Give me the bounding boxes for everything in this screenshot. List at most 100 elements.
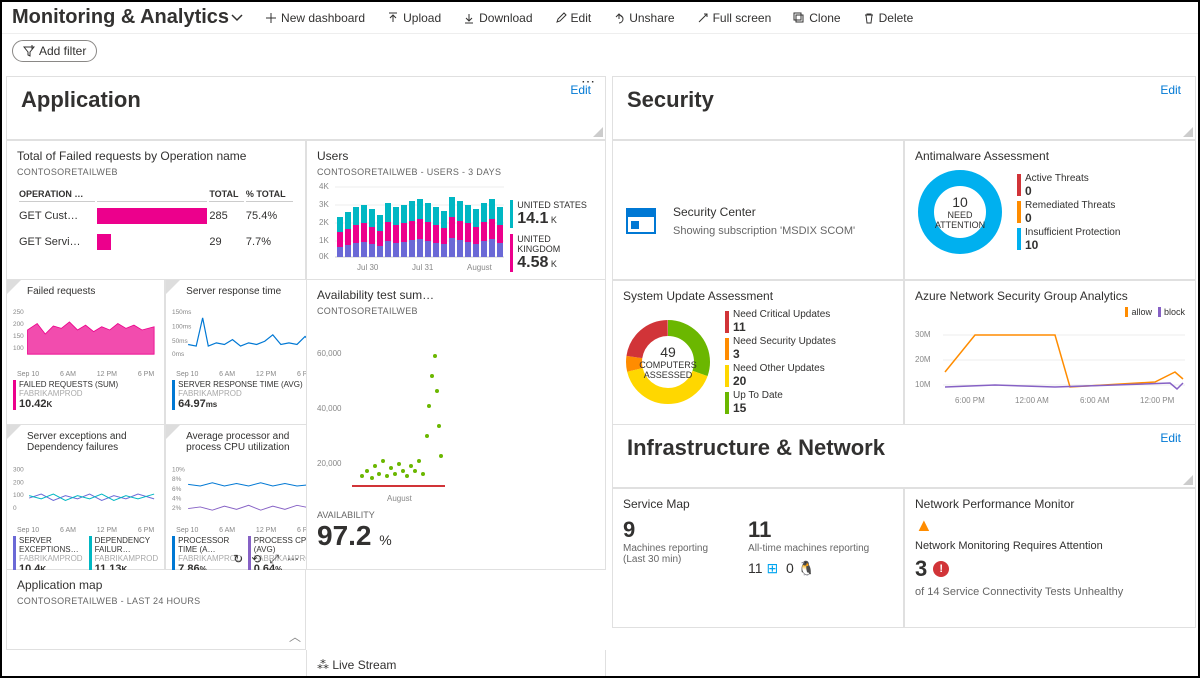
table-row[interactable]: GET Cust…28575.4% — [19, 204, 293, 228]
trash-icon — [863, 12, 875, 24]
download-button[interactable]: Download — [455, 7, 540, 29]
svg-text:August: August — [467, 263, 493, 272]
svg-text:8%: 8% — [172, 476, 182, 483]
svg-text:2K: 2K — [319, 218, 329, 227]
svg-text:150ms: 150ms — [172, 309, 191, 316]
application-map-tile[interactable]: ↻ ⟲ ⤢ ⋯ Application map CONTOSORETAILWEB… — [6, 570, 306, 650]
svg-text:50ms: 50ms — [172, 338, 188, 345]
svg-text:300: 300 — [13, 466, 24, 473]
reset-icon[interactable]: ⟲ — [251, 552, 261, 567]
edit-button[interactable]: Edit — [547, 7, 600, 29]
cpu-mini[interactable]: Average processor and process CPU utiliz… — [165, 425, 324, 570]
svg-text:6:00 PM: 6:00 PM — [955, 396, 985, 405]
application-title: Application — [21, 87, 141, 113]
failed-ops-table: OPERATION …TOTAL% TOTAL GET Cust…28575.4… — [17, 185, 295, 256]
security-center-icon — [623, 203, 659, 239]
svg-text:10%: 10% — [172, 466, 185, 473]
delete-button[interactable]: Delete — [855, 7, 922, 29]
clone-icon — [793, 12, 805, 24]
service-map-tile[interactable]: Service Map 9Machines reporting(Last 30 … — [612, 488, 904, 628]
unshare-icon — [613, 12, 625, 24]
svg-text:2%: 2% — [172, 505, 182, 512]
users-chart: 4K 3K 2K 1K 0K — [317, 177, 504, 272]
add-filter-button[interactable]: Add filter — [12, 40, 97, 62]
svg-text:10M: 10M — [915, 380, 931, 389]
application-section-header: ⋯ Application Edit — [6, 76, 606, 140]
infra-section-header: Infrastructure & Network Edit — [612, 425, 1196, 488]
svg-text:6%: 6% — [172, 486, 182, 493]
security-section-header: Security Edit — [612, 76, 1196, 140]
filter-add-icon — [23, 45, 35, 57]
svg-text:0ms: 0ms — [172, 351, 184, 358]
filter-row: Add filter — [2, 34, 1198, 76]
security-center-tile[interactable]: Security Center Showing subscription 'MS… — [612, 140, 904, 280]
svg-text:4K: 4K — [319, 182, 329, 191]
svg-text:August: August — [387, 494, 413, 503]
command-bar: Monitoring & Analytics New dashboard Upl… — [2, 2, 1198, 34]
warning-icon: ▲ — [915, 515, 1185, 536]
table-row[interactable]: GET Servi…297.7% — [19, 230, 293, 254]
antimalware-donut: 10NEEDATTENTION — [915, 167, 1005, 257]
infra-title: Infrastructure & Network — [627, 435, 885, 461]
security-edit-link[interactable]: Edit — [1160, 83, 1181, 97]
svg-text:200: 200 — [13, 321, 24, 328]
infra-edit-link[interactable]: Edit — [1160, 431, 1181, 445]
unshare-button[interactable]: Unshare — [605, 7, 682, 29]
upload-icon — [387, 12, 399, 24]
svg-text:200: 200 — [13, 479, 24, 486]
application-edit-link[interactable]: Edit — [570, 83, 591, 97]
clone-button[interactable]: Clone — [785, 7, 848, 29]
chevron-up-icon[interactable]: ︿ — [289, 628, 301, 645]
upload-button[interactable]: Upload — [379, 7, 449, 29]
svg-text:20,000: 20,000 — [317, 459, 342, 468]
failed-requests-tile[interactable]: Total of Failed requests by Operation na… — [6, 140, 306, 280]
more-icon[interactable]: ⋯ — [287, 552, 299, 567]
svg-text:6:00 AM: 6:00 AM — [1080, 396, 1110, 405]
svg-text:Jul 31: Jul 31 — [412, 263, 434, 272]
download-icon — [463, 12, 475, 24]
svg-text:Jul 30: Jul 30 — [357, 263, 379, 272]
pencil-icon — [555, 12, 567, 24]
svg-text:30M: 30M — [915, 330, 931, 339]
svg-text:0: 0 — [13, 505, 17, 512]
plus-icon — [265, 12, 277, 24]
users-tile[interactable]: Users CONTOSORETAILWEB - USERS - 3 DAYS … — [306, 140, 606, 280]
svg-text:12:00 PM: 12:00 PM — [1140, 396, 1175, 405]
availability-tile[interactable]: Availability test sum… CONTOSORETAILWEB … — [306, 280, 606, 570]
fullscreen-icon — [697, 12, 709, 24]
svg-text:100: 100 — [13, 345, 24, 352]
svg-text:100: 100 — [13, 492, 24, 499]
availability-chart: 60,000 40,000 20,000 August — [317, 316, 447, 506]
system-update-tile[interactable]: System Update Assessment 49COMPUTERSASSE… — [612, 280, 904, 425]
npm-tile[interactable]: Network Performance Monitor ▲ Network Mo… — [904, 488, 1196, 628]
nsg-analytics-tile[interactable]: Azure Network Security Group Analytics a… — [904, 280, 1196, 425]
fullscreen-button[interactable]: Full screen — [689, 7, 780, 29]
svg-text:12:00 AM: 12:00 AM — [1015, 396, 1049, 405]
nsg-chart: 30M 20M 10M 6:00 PM 12:00 AM 6:00 AM 12:00 PM — [915, 317, 1185, 407]
pulse-icon: ⁂ — [317, 658, 329, 672]
dashboard-title[interactable]: Monitoring & Analytics — [12, 6, 245, 29]
exceptions-mini[interactable]: Server exceptions and Dependency failure… — [6, 425, 165, 570]
updates-donut: 49COMPUTERSASSESSED — [623, 317, 713, 407]
svg-text:0K: 0K — [319, 252, 329, 261]
linux-icon: 🐧 — [798, 560, 815, 576]
server-response-mini[interactable]: Server response time 150ms100ms50ms0ms S… — [165, 280, 324, 425]
new-dashboard-button[interactable]: New dashboard — [257, 7, 373, 29]
failed-requests-mini[interactable]: Failed requests 250200150100 Sep 106 AM1… — [6, 280, 165, 425]
svg-text:100ms: 100ms — [172, 323, 191, 330]
live-stream-tile[interactable]: ⁂ Live Stream CONTOSORETAILWEB 4 servers — [306, 650, 606, 678]
chevron-down-icon — [229, 10, 245, 26]
svg-text:3K: 3K — [319, 200, 329, 209]
svg-text:60,000: 60,000 — [317, 349, 342, 358]
svg-text:150: 150 — [13, 333, 24, 340]
antimalware-tile[interactable]: Antimalware Assessment 10NEEDATTENTION A… — [904, 140, 1196, 280]
svg-text:4%: 4% — [172, 495, 182, 502]
error-icon: ! — [933, 561, 949, 577]
svg-text:20M: 20M — [915, 355, 931, 364]
svg-text:250: 250 — [13, 309, 24, 316]
stacked-bars — [337, 197, 503, 257]
svg-text:1K: 1K — [319, 236, 329, 245]
expand-icon[interactable]: ⤢ — [269, 552, 279, 567]
refresh-icon[interactable]: ↻ — [233, 552, 243, 567]
svg-text:40,000: 40,000 — [317, 404, 342, 413]
